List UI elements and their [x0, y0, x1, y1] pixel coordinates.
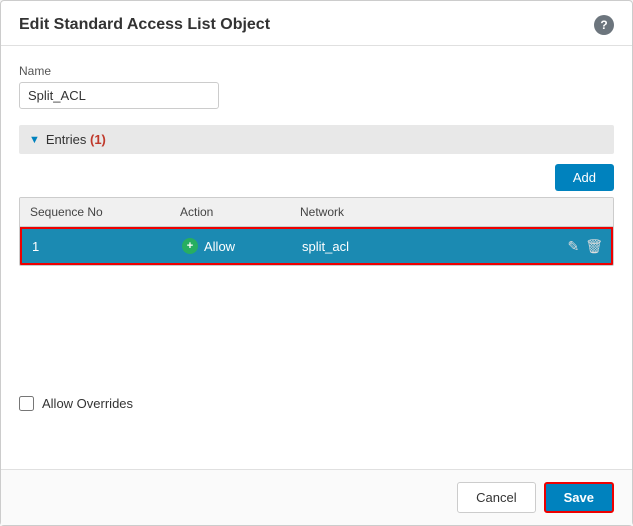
- row-actions: ✎ 🗑: [551, 238, 611, 255]
- col-seq: Sequence No: [20, 198, 170, 226]
- entries-label: Entries (1): [46, 132, 106, 147]
- entries-table: Sequence No Action Network 1 + Allow spl…: [19, 197, 614, 266]
- edit-row-icon[interactable]: ✎: [567, 238, 579, 255]
- table-row: 1 + Allow split_acl ✎ 🗑: [20, 227, 613, 265]
- cancel-button[interactable]: Cancel: [457, 482, 535, 513]
- action-label: Allow: [204, 239, 235, 254]
- col-actions: [553, 198, 613, 226]
- allow-icon: +: [182, 238, 198, 254]
- col-action: Action: [170, 198, 290, 226]
- allow-overrides-row: Allow Overrides: [19, 396, 614, 427]
- entries-section: ▼ Entries (1) Add Sequence No Action Net…: [19, 125, 614, 266]
- edit-dialog: Edit Standard Access List Object ? Name …: [0, 0, 633, 526]
- add-button[interactable]: Add: [555, 164, 614, 191]
- name-label: Name: [19, 64, 614, 78]
- allow-overrides-label: Allow Overrides: [42, 396, 133, 411]
- entries-header: ▼ Entries (1): [19, 125, 614, 154]
- save-button[interactable]: Save: [544, 482, 614, 513]
- col-network: Network: [290, 198, 553, 226]
- allow-overrides-checkbox[interactable]: [19, 396, 34, 411]
- cell-seq: 1: [22, 232, 172, 261]
- add-btn-row: Add: [19, 164, 614, 191]
- dialog-title: Edit Standard Access List Object: [19, 16, 270, 34]
- help-icon[interactable]: ?: [594, 15, 614, 35]
- cell-action: + Allow: [172, 231, 292, 261]
- name-input[interactable]: [19, 82, 219, 109]
- dialog-footer: Cancel Save: [1, 469, 632, 525]
- table-header: Sequence No Action Network: [20, 198, 613, 227]
- cell-network: split_acl: [292, 232, 551, 261]
- delete-row-icon[interactable]: 🗑: [585, 238, 603, 255]
- dialog-header: Edit Standard Access List Object ?: [1, 1, 632, 46]
- dialog-body: Name ▼ Entries (1) Add Sequence No Actio…: [1, 46, 632, 469]
- collapse-icon[interactable]: ▼: [29, 134, 40, 146]
